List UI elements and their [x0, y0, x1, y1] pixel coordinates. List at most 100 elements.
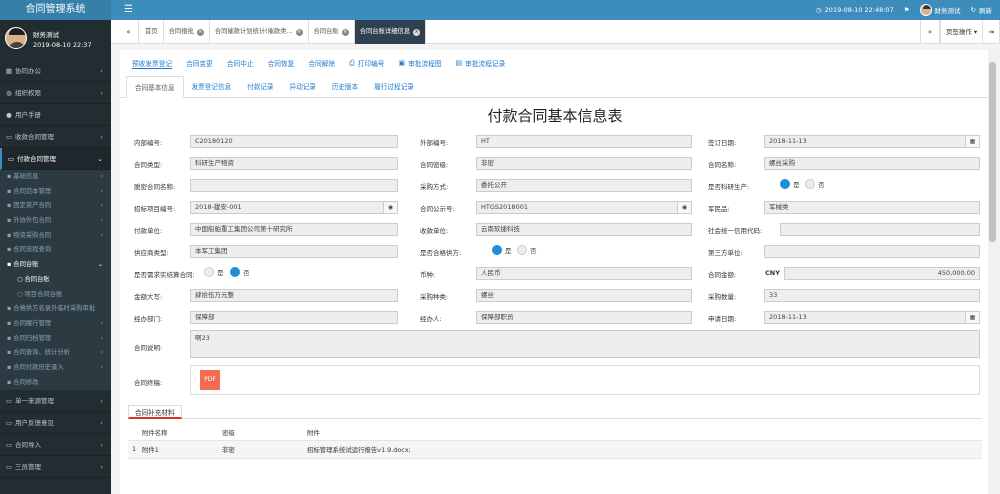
- flag-icon[interactable]: ⚑: [904, 6, 910, 14]
- apply-date-field[interactable]: 2018-11-13 ▦: [764, 311, 980, 324]
- military-field[interactable]: 军械类: [764, 201, 980, 214]
- sidebar-subitem[interactable]: ▪ 合同履行管理 ‹: [0, 317, 111, 332]
- close-icon[interactable]: ×: [341, 28, 349, 36]
- supplier-type-field[interactable]: 本军工集团: [190, 245, 398, 258]
- settle-yes-radio[interactable]: 是: [204, 267, 224, 277]
- contract-name-field[interactable]: 螺丝采购: [764, 157, 980, 170]
- internal-no-field[interactable]: C20180120: [190, 135, 398, 148]
- sidebar-subitem-ledger-active[interactable]: ○ 合同台账: [0, 273, 111, 288]
- credit-code-field[interactable]: [780, 223, 980, 236]
- quantity-field[interactable]: 33: [764, 289, 980, 302]
- sidebar-subitem-project-ledger[interactable]: ○ 项目合同台账: [0, 288, 111, 303]
- sidebar-subitem[interactable]: ▪ 合同范本管理 ‹: [0, 185, 111, 200]
- close-icon[interactable]: ×: [196, 28, 204, 36]
- field-label: 合同密级:: [420, 161, 449, 169]
- handler-field[interactable]: 保障部职员: [476, 311, 692, 324]
- sidebar-item-org[interactable]: ◍ 组织权限 ‹: [0, 82, 111, 104]
- external-no-field[interactable]: HT: [476, 135, 692, 148]
- desecret-name-field[interactable]: [190, 179, 398, 192]
- calendar-icon[interactable]: ▦: [965, 312, 979, 323]
- sidebar-subitem[interactable]: ▪ 合格供方名录外临时采购审批: [0, 302, 111, 317]
- refresh-button[interactable]: ↻ 刷新: [971, 5, 992, 15]
- invoice-register-button[interactable]: 预收发票登记: [132, 58, 173, 69]
- folder-icon: ▭: [5, 463, 13, 472]
- third-party-field[interactable]: [764, 245, 980, 258]
- sidebar-subitem[interactable]: ▪ 合同付款历史录入 ‹: [0, 361, 111, 376]
- contract-resume-button[interactable]: 合同恢复: [268, 58, 295, 68]
- sidebar-subitem[interactable]: ▪ 外协外包合同 ‹: [0, 214, 111, 229]
- publicity-no-field[interactable]: HTGS2018001 ◉: [476, 201, 692, 214]
- amount-field[interactable]: 450,000.00: [784, 267, 980, 280]
- tab-change-record[interactable]: 异动记录: [282, 76, 324, 98]
- sidebar-item-payment-contract[interactable]: ▭ 付款合同管理 ⌄: [0, 148, 111, 170]
- tab-operations-dropdown[interactable]: 页签操作 ▾: [940, 20, 982, 44]
- purchase-type-field[interactable]: 螺丝: [476, 289, 692, 302]
- tab-payment-plan[interactable]: 合同催款计划统计(催款类... ×: [210, 20, 309, 44]
- bid-no-field[interactable]: 2018-建安-001 ◉: [190, 201, 398, 214]
- sidebar-subitem[interactable]: ▪ 物资采购合同 ‹: [0, 229, 111, 244]
- sidebar-subitem[interactable]: ▪ 合同归档管理 ‹: [0, 332, 111, 347]
- qualified-yes-radio[interactable]: 是: [492, 245, 512, 255]
- tab-history-version[interactable]: 历史版本: [324, 76, 366, 98]
- close-icon[interactable]: ×: [413, 28, 421, 36]
- tabs-scroll-left-icon[interactable]: «: [119, 20, 139, 44]
- attachment-link[interactable]: 招标管理系统试运行报告v1.9.docx;: [303, 440, 982, 459]
- tab-contract-approval[interactable]: 合同报批 ×: [164, 20, 210, 44]
- user-menu[interactable]: 财务测试: [919, 4, 961, 16]
- sidebar-subitem[interactable]: ▪ 固定资产合同 ‹: [0, 199, 111, 214]
- tab-home[interactable]: 首页: [140, 20, 164, 44]
- sidebar-subitem[interactable]: ▪ 基础信息 ‹: [0, 170, 111, 185]
- purchase-method-field[interactable]: 委托公开: [476, 179, 692, 192]
- calendar-icon[interactable]: ▦: [965, 136, 979, 147]
- research-yes-radio[interactable]: 是: [780, 179, 800, 189]
- table-row[interactable]: 1 附件1 非密 招标管理系统试运行报告v1.9.docx;: [128, 440, 982, 459]
- amount-uppercase-field[interactable]: 肆拾伍万元整: [190, 289, 398, 302]
- payer-field[interactable]: 中国船舶重工集团公司第十研究所: [190, 223, 398, 236]
- sidebar-subitem[interactable]: ▪ 合同查询、统计分析 ‹: [0, 346, 111, 361]
- contract-terminate-button[interactable]: 合同解除: [308, 58, 335, 68]
- tab-performance-record[interactable]: 履行过程记录: [366, 76, 422, 98]
- tab-invoice-info[interactable]: 发票登记信息: [184, 76, 240, 98]
- sidebar-item-single-source[interactable]: ▭ 单一来源管理 ‹: [0, 390, 111, 413]
- final-draft-box: [190, 365, 980, 395]
- sidebar-item-feedback[interactable]: ▭ 用户反馈意见 ‹: [0, 412, 111, 435]
- scrollbar-thumb[interactable]: [989, 62, 996, 242]
- sign-date-field[interactable]: 2018-11-13 ▦: [764, 135, 980, 148]
- secret-level-field[interactable]: 非密: [476, 157, 692, 170]
- eye-icon[interactable]: ◉: [677, 202, 691, 213]
- scrollbar[interactable]: [988, 50, 998, 494]
- print-number-button[interactable]: ⎙ 打印编号: [349, 58, 384, 69]
- tabs-scroll-right-icon[interactable]: »: [920, 20, 940, 44]
- qualified-no-radio[interactable]: 否: [517, 245, 537, 255]
- contract-suspend-button[interactable]: 合同中止: [227, 58, 254, 68]
- approval-flowchart-button[interactable]: ▣ 审批流程图: [398, 58, 441, 68]
- tab-ledger-detail[interactable]: 合同台账详细信息 ×: [354, 20, 427, 44]
- receiver-field[interactable]: 云南软捷科技: [476, 223, 692, 236]
- tab-contract-ledger[interactable]: 合同台账 ×: [309, 20, 355, 44]
- contract-description-field[interactable]: 啊23: [190, 330, 980, 358]
- department-field[interactable]: 保障部: [190, 311, 398, 324]
- settle-no-radio[interactable]: 否: [230, 267, 250, 277]
- sidebar-subitem[interactable]: ▪ 合同流程查询: [0, 243, 111, 258]
- currency-field[interactable]: 人民币: [476, 267, 692, 280]
- sidebar-item-import[interactable]: ▭ 合同导入 ‹: [0, 434, 111, 457]
- sidebar-item-receipt-contract[interactable]: ▭ 收款合同管理 ‹: [0, 126, 111, 148]
- folder-icon: ▭: [5, 419, 13, 428]
- eye-icon[interactable]: ◉: [383, 202, 397, 213]
- tab-basic-info[interactable]: 合同基本信息: [126, 76, 184, 98]
- sidebar-subitem[interactable]: ▪ 合同修改: [0, 376, 111, 391]
- sidebar-item-collab[interactable]: ▦ 协同办公 ‹: [0, 60, 111, 82]
- sidebar-item-manual[interactable]: ● 用户手册: [0, 104, 111, 126]
- contract-change-button[interactable]: 合同变更: [186, 58, 213, 68]
- pdf-file-icon[interactable]: PDF: [200, 370, 220, 390]
- tab-supplement[interactable]: 合同补充材料: [128, 405, 182, 419]
- menu-toggle-icon[interactable]: ☰: [124, 0, 133, 20]
- approval-record-button[interactable]: ▤ 审批流程记录: [456, 58, 506, 68]
- sidebar-subitem-ledger[interactable]: ▪ 合同台账 ⌄: [0, 258, 111, 273]
- contract-type-field[interactable]: 科研生产物资: [190, 157, 398, 170]
- research-no-radio[interactable]: 否: [805, 179, 825, 189]
- close-tab-icon[interactable]: ⇥: [982, 20, 1000, 44]
- close-icon[interactable]: ×: [295, 28, 303, 36]
- sidebar-item-admin[interactable]: ▭ 三员管理 ‹: [0, 456, 111, 479]
- tab-payment-record[interactable]: 付款记录: [239, 76, 281, 98]
